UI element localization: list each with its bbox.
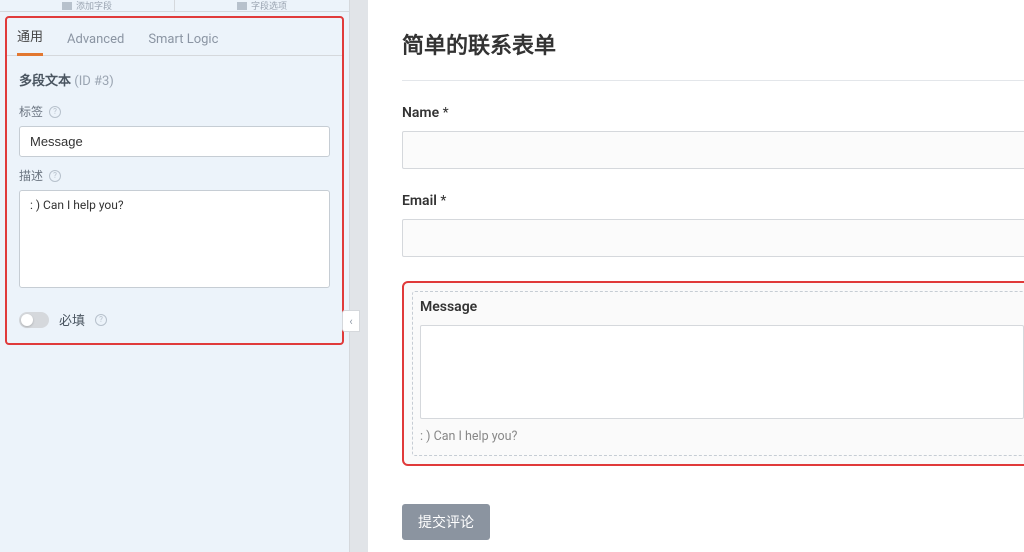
submit-button[interactable]: 提交评论 <box>402 504 490 540</box>
settings-highlight: 通用 Advanced Smart Logic 多段文本 (ID #3) 标签 … <box>5 16 344 345</box>
description-input[interactable] <box>19 190 330 288</box>
label-for-label: 标签 ? <box>7 93 342 126</box>
add-field-icon <box>62 2 72 10</box>
preview-message-label: Message <box>420 299 1024 315</box>
preview-name-input[interactable] <box>402 131 1024 169</box>
preview-email-label: Email * <box>402 193 1024 209</box>
preview-form-title: 简单的联系表单 <box>402 28 1024 60</box>
preview-email-field[interactable]: Email * <box>402 193 1024 257</box>
preview-name-field[interactable]: Name * <box>402 105 1024 169</box>
help-icon[interactable]: ? <box>49 170 61 182</box>
field-options-icon <box>237 2 247 10</box>
help-icon[interactable]: ? <box>95 314 107 326</box>
help-icon[interactable]: ? <box>49 106 61 118</box>
settings-sub-tabs: 通用 Advanced Smart Logic <box>7 18 342 56</box>
sidebar-top-tabs: 添加字段 字段选项 <box>0 0 349 12</box>
preview-message-textarea[interactable] <box>420 325 1024 419</box>
preview-area: 简单的联系表单 Name * Email * Message : ) C <box>350 0 1024 552</box>
label-input[interactable] <box>19 126 330 157</box>
tab-field-options-label: 字段选项 <box>251 0 287 12</box>
tab-field-options[interactable]: 字段选项 <box>174 0 349 11</box>
collapse-sidebar-button[interactable]: ‹ <box>342 310 360 332</box>
required-toggle[interactable] <box>19 312 49 328</box>
preview-divider <box>402 80 1024 81</box>
preview-name-label: Name * <box>402 105 1024 121</box>
preview-email-input[interactable] <box>402 219 1024 257</box>
label-for-description: 描述 ? <box>7 157 342 190</box>
required-label: 必填 <box>59 310 85 329</box>
preview-message-field-selected[interactable]: Message : ) Can I help you? <box>402 281 1024 466</box>
toggle-knob <box>21 314 33 326</box>
required-row: 必填 ? <box>7 288 342 329</box>
tab-general[interactable]: 通用 <box>17 26 43 56</box>
preview-message-help: : ) Can I help you? <box>420 429 1024 444</box>
settings-sidebar: 添加字段 字段选项 通用 Advanced Smart Logic 多段文本 (… <box>0 0 350 552</box>
tab-smart-logic[interactable]: Smart Logic <box>148 32 218 55</box>
tab-add-field-label: 添加字段 <box>76 0 112 12</box>
tab-advanced[interactable]: Advanced <box>67 32 124 55</box>
form-preview: 简单的联系表单 Name * Email * Message : ) C <box>368 0 1024 552</box>
section-title: 多段文本 (ID #3) <box>7 56 342 93</box>
tab-add-field[interactable]: 添加字段 <box>0 0 174 11</box>
